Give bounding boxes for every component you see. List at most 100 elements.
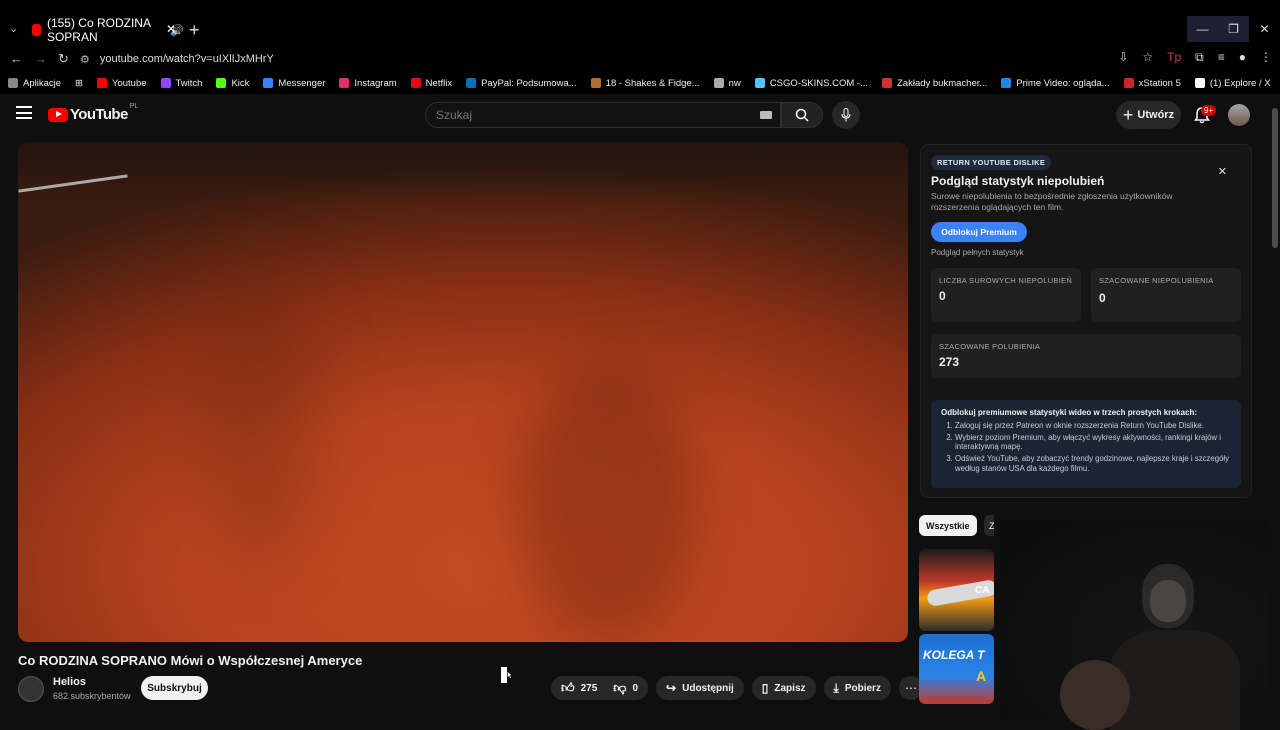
step-item: Zaloguj się przez Patreon w oknie rozsze… bbox=[955, 421, 1231, 431]
bookmark-item[interactable]: (1) Explore / X bbox=[1194, 77, 1271, 89]
thumbnail-text: CA bbox=[975, 585, 990, 596]
bookmark-item[interactable]: Prime Video: ogląda... bbox=[1001, 77, 1110, 89]
window-controls: — ❐ ✕ bbox=[1187, 16, 1280, 42]
youtube-play-icon bbox=[48, 107, 68, 122]
bookmark-item[interactable]: Aplikacje bbox=[8, 78, 61, 89]
bookmark-label: xStation 5 bbox=[1138, 77, 1181, 89]
tab-list-chevron-icon[interactable]: ⌄ bbox=[9, 22, 18, 35]
stat-label: LICZBA SUROWYCH NIEPOLUBIEŃ bbox=[939, 276, 1073, 285]
bookmark-icon: ▯ bbox=[761, 681, 769, 695]
search-input[interactable] bbox=[436, 108, 736, 122]
browser-tab-strip: ⌄ (155) Co RODZINA SOPRAN 🔊 ✕ + — ❐ ✕ bbox=[0, 0, 1280, 44]
scrollbar-thumb[interactable] bbox=[1272, 108, 1278, 248]
subscribe-button[interactable]: Subskrybuj bbox=[141, 676, 208, 700]
search-box bbox=[425, 102, 781, 128]
bookmark-item[interactable]: Twitch bbox=[160, 78, 202, 89]
bookmark-favicon-icon bbox=[410, 78, 421, 88]
browser-tab[interactable]: (155) Co RODZINA SOPRAN 🔊 ✕ bbox=[24, 16, 184, 44]
bookmark-star-icon[interactable]: ☆ bbox=[1142, 50, 1153, 65]
dislike-count: 0 bbox=[632, 682, 639, 694]
back-icon[interactable]: ← bbox=[10, 51, 23, 66]
create-button[interactable]: + Utwórz bbox=[1116, 101, 1181, 129]
step-item: Wybierz poziom Premium, aby włączyć wykr… bbox=[955, 433, 1231, 452]
bookmark-item[interactable]: CSGO-SKINS.COM -... bbox=[754, 78, 868, 89]
search-button[interactable] bbox=[781, 102, 823, 128]
create-label: Utwórz bbox=[1137, 109, 1175, 121]
share-button[interactable]: ↪ Udostępnij bbox=[656, 676, 744, 700]
bookmark-item[interactable]: Instagram bbox=[339, 78, 397, 89]
bookmark-item[interactable]: Zakłady bukmacher... bbox=[882, 78, 987, 89]
profile-icon[interactable]: ● bbox=[1239, 50, 1246, 65]
bookmark-favicon-icon bbox=[466, 78, 477, 88]
user-avatar[interactable] bbox=[1228, 104, 1250, 126]
tab-close-icon[interactable]: ✕ bbox=[166, 22, 176, 36]
bookmark-label: (1) Explore / X bbox=[1209, 77, 1271, 89]
close-window-button[interactable]: ✕ bbox=[1249, 16, 1280, 42]
toolbar-icons: ⇩ ☆ Tp ⧉ ≡ ● ⋮ bbox=[1118, 50, 1272, 65]
forward-icon[interactable]: → bbox=[34, 51, 47, 66]
save-button[interactable]: ▯ Zapisz bbox=[751, 676, 816, 700]
stat-value: 273 bbox=[939, 355, 960, 369]
like-button[interactable]: 👍︎ 275 bbox=[551, 676, 607, 700]
ryd-close-icon[interactable]: ✕ bbox=[1218, 165, 1227, 178]
bookmark-favicon-icon bbox=[160, 78, 171, 88]
bookmark-item[interactable]: Netflix bbox=[410, 78, 452, 89]
url-text: youtube.com/watch?v=uIXlIJxMHrY bbox=[99, 53, 274, 65]
webcam-person-body bbox=[1110, 630, 1240, 730]
hamburger-menu-icon[interactable] bbox=[16, 106, 32, 123]
bookmark-item[interactable]: xStation 5 bbox=[1123, 77, 1181, 89]
chip-all[interactable]: Wszystkie bbox=[919, 515, 977, 536]
bookmark-favicon-icon bbox=[339, 78, 350, 88]
step-item: Odśwież YouTube, aby zobaczyć trendy god… bbox=[955, 454, 1231, 473]
bookmark-label: Prime Video: ogląda... bbox=[1016, 77, 1110, 89]
restore-button[interactable]: ❐ bbox=[1218, 16, 1249, 42]
like-dislike-group: 👍︎ 275 👎︎ 0 bbox=[551, 676, 649, 700]
bookmark-item[interactable]: Youtube bbox=[97, 78, 147, 89]
page-scrollbar[interactable] bbox=[1270, 96, 1280, 720]
channel-avatar[interactable] bbox=[18, 676, 44, 702]
dislike-button[interactable]: 👎︎ 0 bbox=[607, 676, 648, 700]
thumbnail-text: KOLEGA T bbox=[923, 648, 985, 662]
minimize-button[interactable]: — bbox=[1187, 16, 1218, 42]
chip-second[interactable]: Z bbox=[984, 515, 994, 536]
ryd-description: Surowe niepolubienia to bezpośrednie zgł… bbox=[931, 191, 1173, 212]
bookmark-label: Zakłady bukmacher... bbox=[897, 77, 988, 89]
bookmark-item[interactable]: nw bbox=[713, 77, 741, 89]
media-icon[interactable]: ≡ bbox=[1218, 50, 1225, 65]
youtube-logo[interactable]: YouTube PL bbox=[48, 103, 138, 123]
bookmark-favicon-icon bbox=[1123, 78, 1134, 88]
video-player[interactable] bbox=[18, 142, 908, 642]
url-bar[interactable]: ⚙ youtube.com/watch?v=uIXlIJxMHrY bbox=[80, 47, 1140, 71]
stat-estimated-likes: SZACOWANE POLUBIENIA 273 bbox=[931, 334, 1241, 378]
bookmark-label: Aplikacje bbox=[23, 77, 62, 89]
voice-search-button[interactable] bbox=[832, 101, 860, 129]
download-button[interactable]: ⤓ Pobierz bbox=[823, 676, 891, 700]
site-info-icon[interactable]: ⚙ bbox=[80, 53, 90, 66]
share-label: Udostępnij bbox=[682, 682, 734, 694]
bookmark-label: nw bbox=[728, 77, 741, 89]
youtube-header: YouTube PL + Utwórz 9+ bbox=[0, 96, 1270, 136]
webcam-overlay bbox=[1000, 520, 1280, 730]
recommended-thumbnail[interactable]: CA bbox=[919, 549, 994, 631]
reload-icon[interactable]: ↻ bbox=[58, 51, 69, 67]
bookmark-item[interactable]: PayPal: Podsumowa... bbox=[466, 78, 577, 89]
extensions-icon[interactable]: ⧉ bbox=[1195, 50, 1204, 65]
bookmark-label: Kick bbox=[231, 77, 250, 89]
install-icon[interactable]: ⇩ bbox=[1118, 50, 1128, 65]
keyboard-icon[interactable] bbox=[760, 111, 772, 119]
bookmark-item[interactable]: Kick bbox=[216, 78, 249, 89]
channel-name[interactable]: Helios bbox=[53, 676, 86, 688]
thumbs-down-icon: 👎︎ bbox=[613, 680, 627, 695]
bookmark-item[interactable]: Messenger bbox=[263, 78, 325, 89]
bookmark-item[interactable]: 18 - Shakes & Fidge... bbox=[590, 78, 700, 89]
microphone-icon bbox=[841, 108, 851, 122]
apps-grid-icon[interactable]: ⊞ bbox=[75, 78, 83, 89]
recommended-thumbnail[interactable]: KOLEGA T A bbox=[919, 634, 994, 704]
video-title: Co RODZINA SOPRANO Mówi o Współczesnej A… bbox=[18, 653, 363, 668]
unlock-premium-button[interactable]: Odblokuj Premium bbox=[931, 222, 1027, 242]
bookmark-favicon-icon bbox=[754, 78, 765, 88]
video-frame-shade bbox=[518, 362, 698, 642]
extension-tp-icon[interactable]: Tp bbox=[1167, 50, 1181, 65]
browser-menu-icon[interactable]: ⋮ bbox=[1260, 50, 1272, 65]
new-tab-button[interactable]: + bbox=[189, 20, 200, 41]
